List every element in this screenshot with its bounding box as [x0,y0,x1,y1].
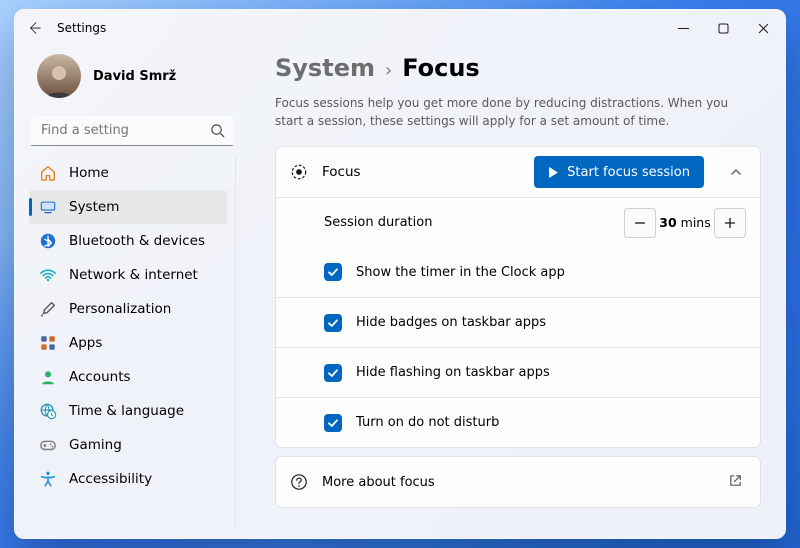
nav: Home System Bluetooth & devices Network & i… [29,156,236,528]
sidebar-item-label: Home [69,165,109,181]
session-duration-label: Session duration [324,215,624,230]
focus-option-label: Hide flashing on taskbar apps [356,365,746,380]
brush-icon [39,300,57,318]
sidebar-item-label: Gaming [69,437,122,453]
search-input[interactable] [31,116,233,146]
duration-increase-button[interactable] [714,208,746,238]
breadcrumb-root[interactable]: System [275,54,375,82]
sidebar-item-accessibility[interactable]: Accessibility [29,462,227,496]
checkbox[interactable] [324,314,342,332]
focus-title: Focus [322,164,520,180]
maximize-button[interactable] [703,10,743,46]
sidebar-item-label: Network & internet [69,267,198,283]
apps-icon [39,334,57,352]
focus-options: Show the timer in the Clock app Hide badg… [276,247,760,447]
sidebar-item-time[interactable]: Time & language [29,394,227,428]
sidebar-item-label: Accounts [69,369,131,385]
focus-card: Focus Start focus session Session durati… [275,146,761,448]
check-icon [327,367,339,379]
sidebar-item-gaming[interactable]: Gaming [29,428,227,462]
window-controls [663,10,783,46]
check-icon [327,417,339,429]
page-description: Focus sessions help you get more done by… [275,94,745,130]
focus-option-row: Hide badges on taskbar apps [276,297,760,347]
window-title: Settings [57,21,106,35]
person-icon [39,368,57,386]
check-icon [327,266,339,278]
chevron-up-icon [730,166,742,178]
sidebar-item-label: Accessibility [69,471,152,487]
sidebar-item-home[interactable]: Home [29,156,227,190]
back-button[interactable] [25,18,45,38]
globe-clock-icon [39,402,57,420]
focus-option-row: Hide flashing on taskbar apps [276,347,760,397]
sidebar: David Smrž Home System Bluetooth & devices… [15,46,245,538]
more-about-focus-label: More about focus [322,475,714,490]
sidebar-item-apps[interactable]: Apps [29,326,227,360]
duration-stepper: 30 mins [624,208,746,238]
profile-name: David Smrž [93,69,176,84]
duration-value: 30 mins [656,215,714,230]
sidebar-item-personalization[interactable]: Personalization [29,292,227,326]
duration-decrease-button[interactable] [624,208,656,238]
sidebar-item-label: Time & language [69,403,184,419]
avatar [37,54,81,98]
profile[interactable]: David Smrž [29,48,235,112]
sidebar-item-accounts[interactable]: Accounts [29,360,227,394]
more-about-focus-card[interactable]: More about focus [275,456,761,508]
window-body: David Smrž Home System Bluetooth & devices… [15,46,785,538]
focus-option-row: Turn on do not disturb [276,397,760,447]
close-button[interactable] [743,10,783,46]
focus-option-label: Hide badges on taskbar apps [356,315,746,330]
checkbox[interactable] [324,414,342,432]
sidebar-item-label: Personalization [69,301,171,317]
settings-window: Settings David Smrž HomeSystemBluetooth [14,9,786,539]
collapse-button[interactable] [722,158,750,186]
session-duration-row: Session duration 30 mins [276,197,760,247]
checkbox[interactable] [324,364,342,382]
breadcrumb: System › Focus [275,54,761,82]
play-icon [548,167,559,178]
bluetooth-icon [39,232,57,250]
focus-option-row: Show the timer in the Clock app [276,247,760,297]
minimize-button[interactable] [663,10,703,46]
sidebar-item-network[interactable]: Network & internet [29,258,227,292]
search [31,116,233,146]
sidebar-item-label: Bluetooth & devices [69,233,205,249]
home-icon [39,164,57,182]
breadcrumb-leaf: Focus [402,54,480,82]
minus-icon [634,217,646,229]
start-focus-button[interactable]: Start focus session [534,156,704,188]
help-icon [290,473,308,491]
plus-icon [724,217,736,229]
start-focus-button-label: Start focus session [567,165,690,180]
titlebar: Settings [15,10,785,46]
gamepad-icon [39,436,57,454]
focus-header-row: Focus Start focus session [276,147,760,197]
sidebar-item-system[interactable]: System [29,190,227,224]
search-icon [210,123,225,138]
sidebar-item-label: Apps [69,335,102,351]
checkbox[interactable] [324,263,342,281]
focus-option-label: Turn on do not disturb [356,415,746,430]
open-external-icon [728,473,746,491]
wifi-icon [39,266,57,284]
system-icon [39,198,57,216]
main: System › Focus Focus sessions help you g… [245,46,785,538]
sidebar-item-label: System [69,199,119,215]
check-icon [327,317,339,329]
accessibility-icon [39,470,57,488]
focus-option-label: Show the timer in the Clock app [356,265,746,280]
focus-icon [290,163,308,181]
sidebar-item-bluetooth[interactable]: Bluetooth & devices [29,224,227,258]
chevron-right-icon: › [385,60,392,81]
